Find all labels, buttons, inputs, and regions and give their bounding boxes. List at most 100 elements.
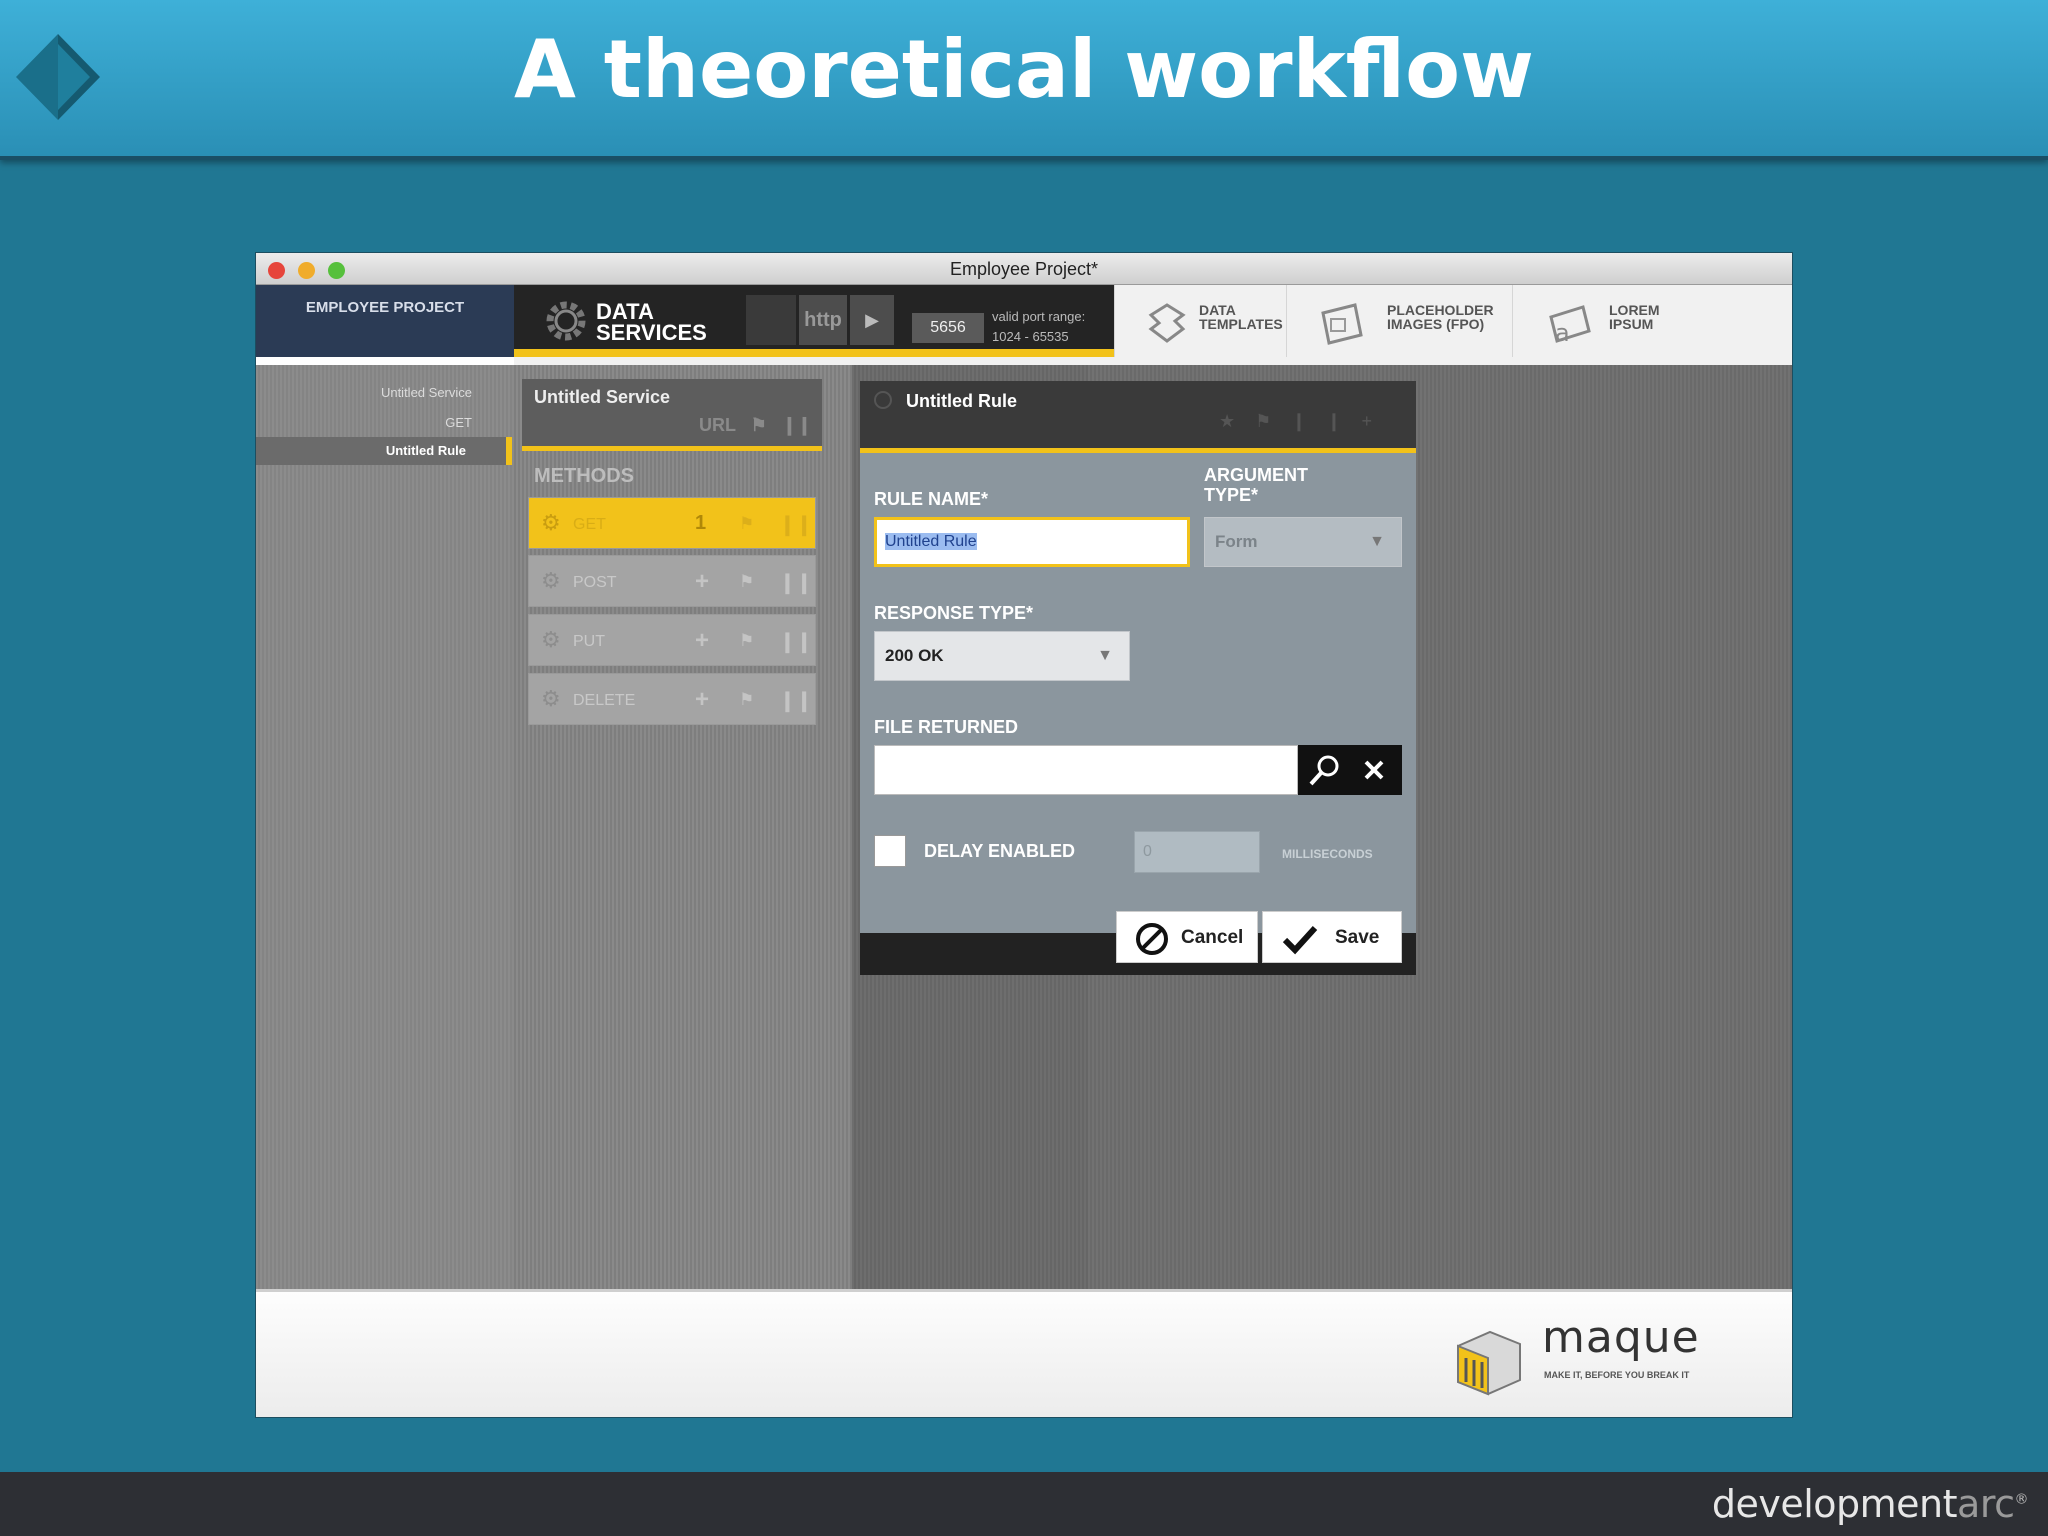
- delay-enabled-label: DELAY ENABLED: [924, 841, 1076, 861]
- flag-icon[interactable]: ⚑: [739, 572, 754, 592]
- argument-type-label: ARGUMENT TYPE*: [1204, 465, 1308, 505]
- maque-logo-icon: [1457, 1330, 1521, 1396]
- pause-icon[interactable]: ❙❙: [779, 688, 813, 713]
- brand-development: development: [1711, 1482, 1958, 1526]
- tab-placeholder-images-label: PLACEHOLDER IMAGES (FPO): [1387, 303, 1494, 331]
- loading-icon: [874, 391, 892, 409]
- chevron-down-icon: ▼: [1369, 533, 1385, 550]
- service-header[interactable]: Untitled Service URL ⚑ ❙❙: [522, 379, 822, 451]
- sidebar-item-untitled-service[interactable]: Untitled Service: [381, 385, 472, 400]
- cancel-button[interactable]: Cancel: [1116, 911, 1258, 963]
- rule-editor-dialog: Untitled Rule ★⚑❙❙+ RULE NAME* Untitled …: [860, 381, 1416, 975]
- search-icon[interactable]: [1306, 753, 1342, 789]
- pause-icon[interactable]: ❙❙: [779, 570, 813, 595]
- tab-data-services[interactable]: DATA SERVICES http ▶ 5656 valid port ran…: [514, 285, 1114, 357]
- clear-icon[interactable]: [1362, 758, 1386, 782]
- method-row-post[interactable]: ⚙ POST + ⚑ ❙❙: [528, 555, 816, 607]
- tab-lorem-ipsum[interactable]: a LOREM IPSUM: [1512, 285, 1792, 357]
- dialog-tools: ★⚑❙❙+: [1219, 411, 1392, 432]
- http-button[interactable]: http: [799, 295, 847, 345]
- tab-data-services-label-line2: SERVICES: [596, 320, 707, 345]
- chevron-down-icon: ▼: [1097, 647, 1113, 664]
- port-range-note-line1: valid port range:: [992, 309, 1086, 324]
- star-icon[interactable]: ★: [1219, 411, 1255, 431]
- top-navigation: EMPLOYEE PROJECT DATA SERVICES http ▶ 56…: [256, 285, 1792, 365]
- gear-icon: ⚙: [541, 627, 561, 652]
- method-row-get[interactable]: ⚙ GET 1 ⚑ ❙❙: [528, 497, 816, 549]
- method-rule-count: 1: [695, 512, 707, 534]
- rule-name-input[interactable]: Untitled Rule: [874, 517, 1190, 567]
- tab-data-services-label: DATA SERVICES: [596, 301, 707, 345]
- tab-lorem-ipsum-label-line1: LOREM: [1609, 302, 1660, 318]
- tab-data-templates-label-line1: DATA: [1199, 302, 1236, 318]
- slide-title: A theoretical workflow: [514, 23, 1534, 116]
- pause-icon[interactable]: ❙❙: [779, 629, 813, 654]
- rule-name-label: RULE NAME*: [874, 489, 989, 509]
- delay-enabled-checkbox[interactable]: [874, 835, 906, 867]
- method-name: POST: [573, 574, 617, 591]
- sidebar-item-get[interactable]: GET: [445, 415, 472, 430]
- flag-icon[interactable]: ⚑: [739, 631, 754, 651]
- add-rule-icon[interactable]: +: [695, 627, 709, 655]
- image-icon: [1321, 303, 1363, 345]
- response-type-select[interactable]: 200 OK ▼: [874, 631, 1130, 681]
- response-type-value: 200 OK: [885, 646, 944, 665]
- port-input[interactable]: 5656: [912, 313, 984, 343]
- bottom-brand-bar: maque MAKE IT, BEFORE YOU BREAK IT: [256, 1289, 1792, 1417]
- cancel-button-label: Cancel: [1181, 927, 1244, 948]
- tab-placeholder-images[interactable]: PLACEHOLDER IMAGES (FPO): [1286, 285, 1512, 357]
- play-icon[interactable]: ▶: [850, 295, 894, 345]
- gear-icon: ⚙: [541, 510, 561, 535]
- pause-icon[interactable]: ❙❙: [1291, 411, 1361, 431]
- slide-footer: developmentarc®: [0, 1472, 2048, 1536]
- method-name: DELETE: [573, 692, 636, 709]
- developmentarc-logo: developmentarc®: [1711, 1482, 2029, 1526]
- pause-icon[interactable]: ❙❙: [782, 415, 812, 435]
- port-range-note-line2: 1024 - 65535: [992, 329, 1069, 344]
- add-rule-icon[interactable]: +: [695, 686, 709, 714]
- service-title: Untitled Service: [534, 387, 671, 407]
- delay-ms-input[interactable]: 0: [1134, 831, 1260, 873]
- methods-label: METHODS: [534, 465, 634, 487]
- argument-type-label-line2: TYPE*: [1204, 485, 1259, 505]
- gear-icon: [546, 301, 586, 341]
- method-name: PUT: [573, 633, 605, 650]
- flag-icon[interactable]: ⚑: [741, 415, 777, 435]
- method-row-put[interactable]: ⚙ PUT + ⚑ ❙❙: [528, 614, 816, 666]
- tab-placeholder-images-label-line2: IMAGES (FPO): [1387, 316, 1485, 332]
- window-titlebar: Employee Project*: [256, 253, 1792, 285]
- argument-type-value: Form: [1215, 532, 1258, 551]
- text-icon: a: [1549, 305, 1591, 347]
- file-browse-controls: [1298, 745, 1402, 795]
- add-rule-icon[interactable]: +: [695, 568, 709, 596]
- project-sidebar: Untitled Service GET Untitled Rule: [256, 365, 512, 1289]
- flag-icon[interactable]: ⚑: [739, 690, 754, 710]
- method-name: GET: [573, 516, 606, 533]
- tab-data-templates[interactable]: DATA TEMPLATES: [1114, 285, 1286, 357]
- project-underline: [256, 357, 514, 365]
- slide-header: A theoretical workflow: [0, 0, 2048, 160]
- method-row-delete[interactable]: ⚙ DELETE + ⚑ ❙❙: [528, 673, 816, 725]
- tab-data-templates-label-line2: TEMPLATES: [1199, 316, 1283, 332]
- cancel-icon: [1136, 923, 1168, 955]
- file-returned-input[interactable]: [874, 745, 1298, 795]
- flag-icon[interactable]: ⚑: [1255, 411, 1291, 431]
- project-title[interactable]: EMPLOYEE PROJECT: [256, 285, 514, 357]
- dialog-header: Untitled Rule ★⚑❙❙+: [860, 381, 1416, 453]
- gear-icon: ⚙: [541, 568, 561, 593]
- add-icon[interactable]: +: [1361, 411, 1392, 431]
- tab-data-templates-label: DATA TEMPLATES: [1199, 303, 1283, 331]
- sidebar-item-untitled-rule[interactable]: Untitled Rule: [256, 437, 512, 465]
- flag-icon[interactable]: ⚑: [739, 514, 754, 534]
- dialog-title: Untitled Rule: [906, 391, 1017, 411]
- checkmark-icon: [1282, 925, 1318, 955]
- service-url-controls: URL ⚑ ❙❙: [699, 415, 812, 436]
- save-button[interactable]: Save: [1262, 911, 1402, 963]
- service-panel: Untitled Service URL ⚑ ❙❙ METHODS ⚙ GET …: [512, 365, 852, 1289]
- server-status-box: [746, 295, 796, 345]
- pause-icon[interactable]: ❙❙: [779, 512, 813, 537]
- argument-type-select[interactable]: Form ▼: [1204, 517, 1402, 567]
- maque-tagline: MAKE IT, BEFORE YOU BREAK IT: [1544, 1370, 1690, 1380]
- tab-placeholder-images-label-line1: PLACEHOLDER: [1387, 302, 1494, 318]
- file-returned-label: FILE RETURNED: [874, 717, 1018, 737]
